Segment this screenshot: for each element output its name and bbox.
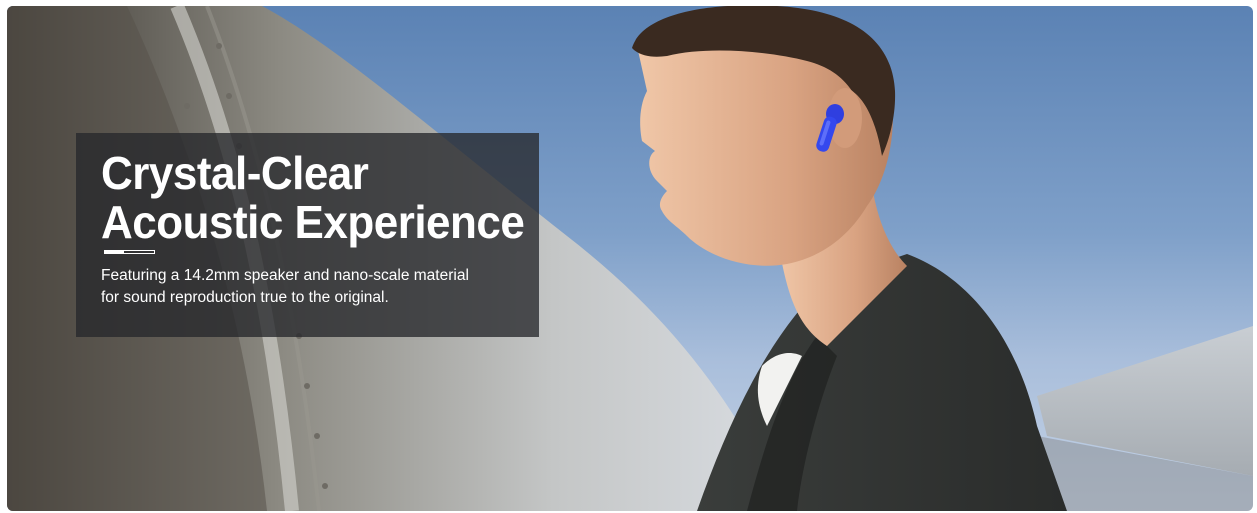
feature-description-line-2: for sound reproduction true to the origi… [101,289,389,306]
hero-banner: Crystal-Clear Acoustic Experience Featur… [7,6,1253,511]
feature-description-line-1: Featuring a 14.2mm speaker and nano-scal… [101,267,469,284]
headline-line-2: Acoustic Experience [101,197,525,249]
headline-divider [104,250,156,254]
headline: Crystal-Clear Acoustic Experience [101,147,525,249]
headline-panel: Crystal-Clear Acoustic Experience Featur… [76,133,539,337]
headline-line-1: Crystal-Clear [101,147,369,200]
feature-description: Featuring a 14.2mm speaker and nano-scal… [101,265,469,309]
